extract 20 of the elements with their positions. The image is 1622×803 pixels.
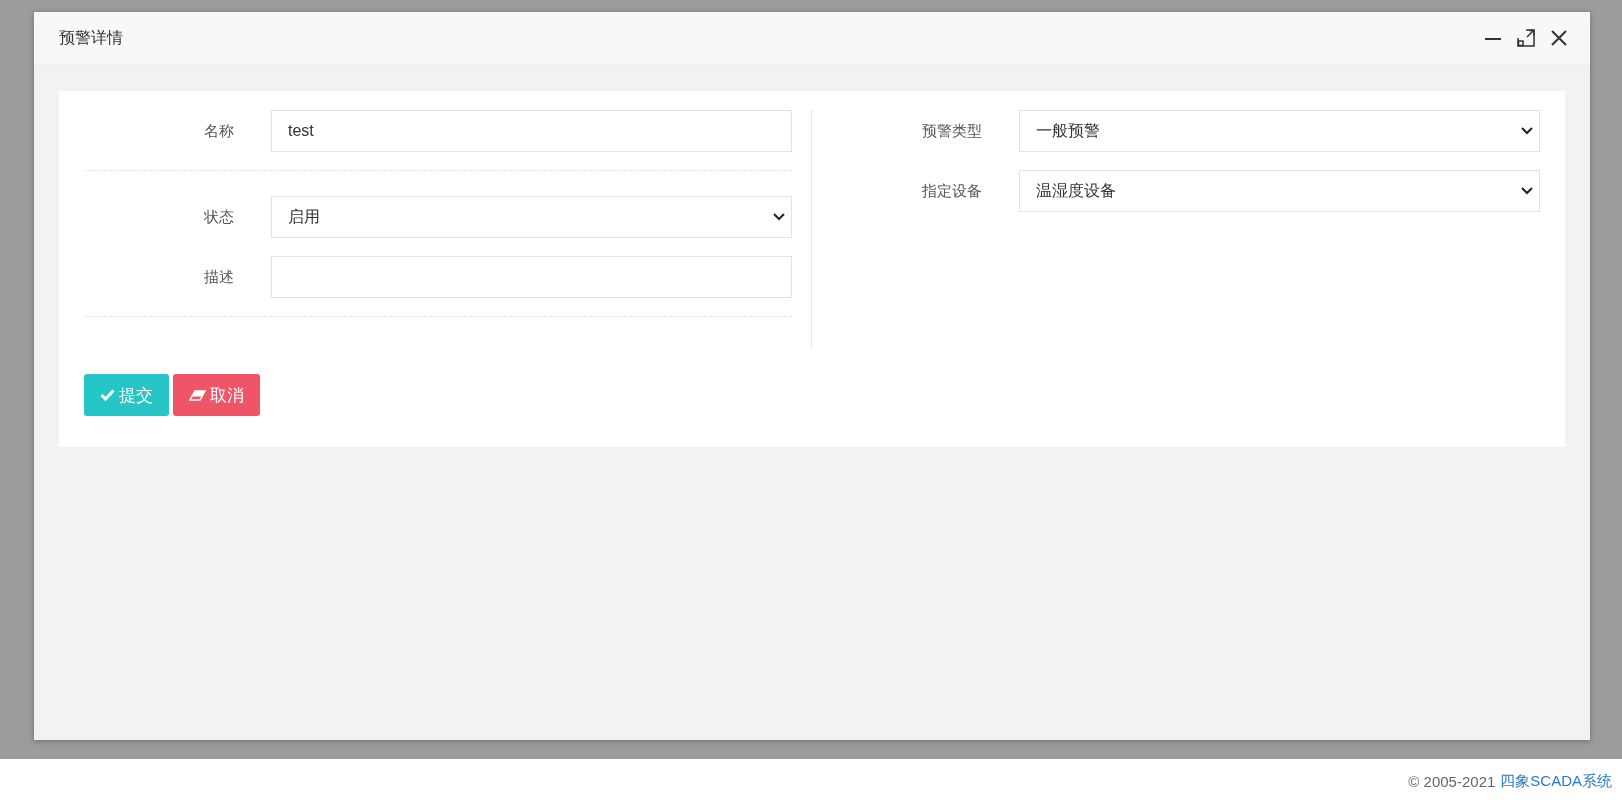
field-label: 描述	[203, 267, 235, 287]
chevron-icon	[1521, 187, 1533, 195]
chevron-icon	[1521, 127, 1533, 135]
field-label: 状态	[203, 207, 235, 227]
select-field[interactable]: 温湿度设备	[1019, 170, 1540, 212]
field-label: 指定设备	[921, 181, 983, 201]
input-field[interactable]	[271, 256, 792, 298]
close-icon[interactable]	[1550, 29, 1568, 47]
select-field[interactable]: 一般预警	[1019, 110, 1540, 152]
chevron-icon	[773, 213, 785, 221]
field-label: 预警类型	[921, 121, 983, 141]
check-icon	[100, 389, 115, 401]
copyright-text: © 2005-2021	[1408, 772, 1496, 790]
field-label: 名称	[203, 121, 235, 141]
select-field[interactable]: 启用	[271, 196, 792, 238]
maximize-icon[interactable]	[1517, 29, 1535, 47]
dialog-title: 预警详情	[59, 27, 123, 48]
eraser-icon	[189, 389, 206, 401]
input-field[interactable]: test	[271, 110, 792, 152]
footer-link[interactable]: 四象SCADA系统	[1500, 771, 1612, 791]
